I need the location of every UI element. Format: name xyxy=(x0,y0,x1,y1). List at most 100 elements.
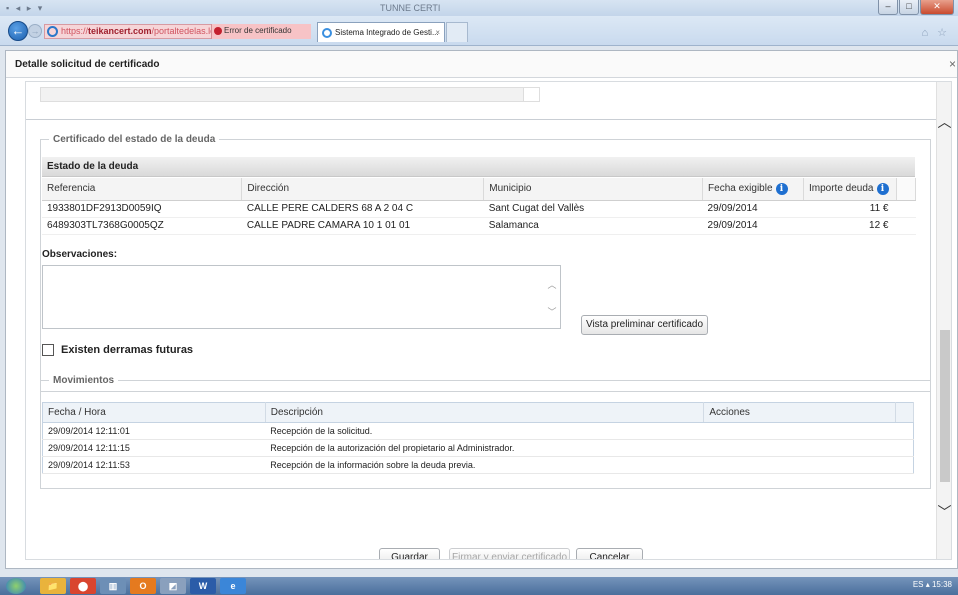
scroll-header-spacer xyxy=(896,178,917,201)
modal-close-icon[interactable]: × xyxy=(949,57,956,71)
home-favorites-icons[interactable]: ⌂ ☆ xyxy=(921,26,950,39)
debt-certificate-legend: Certificado del estado de la deuda xyxy=(53,134,216,145)
word-icon[interactable]: W xyxy=(190,578,216,594)
minimize-button[interactable]: – xyxy=(878,0,898,15)
address-host: teikancert.com xyxy=(88,26,152,36)
column-header-municipio[interactable]: Municipio xyxy=(483,178,704,201)
window-titlebar: ▪ ◂ ▸ ▾ TUNNE CERTI – □ ✕ xyxy=(0,0,958,16)
maximize-button[interactable]: □ xyxy=(899,0,919,15)
cell-fecha: 29/09/2014 xyxy=(702,217,804,235)
spacer-cell xyxy=(895,422,914,440)
column-header-descripcion[interactable]: Descripción xyxy=(265,402,705,423)
ie-icon xyxy=(322,28,332,38)
observaciones-textarea[interactable]: ︿ ﹀ xyxy=(42,265,561,329)
derramas-checkbox[interactable] xyxy=(42,344,54,356)
cell-fecha-hora: 29/09/2014 12:11:53 xyxy=(42,456,266,474)
column-header-direccion[interactable]: Dirección xyxy=(241,178,485,201)
shield-icon xyxy=(214,27,222,35)
cell-municipio: Salamanca xyxy=(483,217,703,235)
movements-table: Fecha / Hora Descripción Acciones 29/09/… xyxy=(42,402,914,474)
save-button[interactable]: Guardar xyxy=(379,548,440,559)
taskbar-apps: 📁 ⬤ ▥ O ◩ W e xyxy=(40,578,246,594)
cell-descripcion: Recepción de la solicitud. xyxy=(265,422,704,440)
column-header-fecha-exigible[interactable]: Fecha exigible i xyxy=(702,178,804,201)
window-title: TUNNE CERTI xyxy=(380,3,441,13)
table-row[interactable]: 6489303TL7368G0005QZ CALLE PADRE CAMARA … xyxy=(42,217,916,235)
cell-acciones xyxy=(703,422,896,440)
scrollbar-thumb[interactable] xyxy=(940,330,950,482)
cell-importe: 12 € xyxy=(803,217,897,235)
address-prefix: https:// xyxy=(61,26,89,36)
browser-tab[interactable]: Sistema Integrado de Gesti... × xyxy=(317,22,445,42)
modal-scroll-area[interactable]: Certificado del estado de la deuda Estad… xyxy=(25,81,952,560)
close-window-button[interactable]: ✕ xyxy=(920,0,954,15)
certificate-error-button[interactable]: Error de certificado xyxy=(211,24,311,39)
cancel-button[interactable]: Cancelar xyxy=(576,548,643,559)
app-icon[interactable]: ◩ xyxy=(160,578,186,594)
sign-and-send-button[interactable]: Firmar y enviar certificado xyxy=(449,548,570,559)
new-tab-button[interactable] xyxy=(446,22,468,42)
folder-icon[interactable]: 📁 xyxy=(40,578,66,594)
chevron-down-icon[interactable]: ﹀ xyxy=(937,502,952,522)
spacer-cell xyxy=(896,217,916,235)
cell-direccion: CALLE PERE CALDERS 68 A 2 04 C xyxy=(241,200,484,218)
cell-descripcion: Recepción de la información sobre la deu… xyxy=(265,456,704,474)
cell-acciones xyxy=(703,456,896,474)
cell-municipio: Sant Cugat del Vallès xyxy=(483,200,703,218)
debt-table: Referencia Dirección Municipio Fecha exi… xyxy=(42,178,917,235)
modal-header: Detalle solicitud de certificado × xyxy=(6,51,957,78)
spacer-cell xyxy=(895,439,914,457)
chevron-up-icon[interactable]: ︿ xyxy=(937,112,952,132)
chevron-down-icon[interactable]: ﹀ xyxy=(544,305,560,318)
column-header-referencia[interactable]: Referencia xyxy=(42,178,243,201)
cell-referencia: 1933801DF2913D0059IQ xyxy=(42,200,242,218)
outlook-icon[interactable]: O xyxy=(130,578,156,594)
column-header-municipio-label: Municipio xyxy=(489,183,532,195)
ie-icon[interactable]: e xyxy=(220,578,246,594)
cell-fecha-hora: 29/09/2014 12:11:01 xyxy=(42,422,266,440)
table-row[interactable]: 29/09/2014 12:11:53 Recepción de la info… xyxy=(42,456,914,474)
divider xyxy=(26,119,936,120)
app-icon[interactable]: ▥ xyxy=(100,578,126,594)
info-icon[interactable]: i xyxy=(876,182,889,195)
textarea-scrollbar[interactable]: ︿ ﹀ xyxy=(544,266,560,328)
column-header-fecha-hora[interactable]: Fecha / Hora xyxy=(42,402,266,423)
derramas-label: Existen derramas futuras xyxy=(61,344,194,356)
modal-vertical-scrollbar[interactable]: ︿ ﹀ xyxy=(936,82,951,559)
browser-navbar: ← → https://teikancert.com/portaltedelas… xyxy=(0,16,958,46)
forward-button[interactable]: → xyxy=(28,24,42,38)
cell-fecha-hora: 29/09/2014 12:11:15 xyxy=(42,439,266,457)
quick-access-toolbar: ▪ ◂ ▸ ▾ xyxy=(6,3,45,13)
tab-title: Sistema Integrado de Gesti... xyxy=(335,28,439,37)
table-row[interactable]: 29/09/2014 12:11:01 Recepción de la soli… xyxy=(42,422,914,440)
cell-descripcion: Recepción de la autorización del propiet… xyxy=(265,439,704,457)
chevron-up-icon[interactable]: ︿ xyxy=(544,278,560,291)
chrome-icon[interactable]: ⬤ xyxy=(70,578,96,594)
importe-deuda-label: Importe deuda xyxy=(809,182,874,194)
taskbar: 📁 ⬤ ▥ O ◩ W e ES ▴ 15:38 xyxy=(0,577,958,595)
modal-title: Detalle solicitud de certificado xyxy=(15,59,160,70)
system-tray[interactable]: ES ▴ 15:38 xyxy=(913,580,952,589)
scroll-header-spacer xyxy=(895,402,914,423)
tab-close-icon[interactable]: × xyxy=(435,23,440,42)
cell-direccion: CALLE PADRE CAMARA 10 1 01 01 xyxy=(241,217,484,235)
certificate-error-label: Error de certificado xyxy=(224,26,292,35)
column-header-importe-deuda[interactable]: Importe deuda i xyxy=(803,178,897,201)
certificate-detail-modal: Detalle solicitud de certificado × Certi… xyxy=(5,50,958,569)
cell-acciones xyxy=(703,439,896,457)
start-button[interactable] xyxy=(6,578,26,594)
spacer-cell xyxy=(896,200,916,218)
table-row[interactable]: 1933801DF2913D0059IQ CALLE PERE CALDERS … xyxy=(42,200,916,218)
observaciones-label: Observaciones: xyxy=(42,249,118,260)
address-path: /portaltedelas.log xyxy=(151,26,221,36)
cell-importe: 11 € xyxy=(803,200,897,218)
debt-table-title: Estado de la deuda xyxy=(42,157,915,177)
info-icon[interactable]: i xyxy=(775,182,788,195)
back-button[interactable]: ← xyxy=(8,21,28,41)
column-header-acciones[interactable]: Acciones xyxy=(703,402,896,423)
table-row[interactable]: 29/09/2014 12:11:15 Recepción de la auto… xyxy=(42,439,914,457)
ie-icon xyxy=(47,26,58,37)
window-controls: – □ ✕ xyxy=(878,0,954,15)
preview-certificate-button[interactable]: Vista preliminar certificado xyxy=(581,315,708,335)
movements-legend: Movimientos xyxy=(53,375,115,386)
